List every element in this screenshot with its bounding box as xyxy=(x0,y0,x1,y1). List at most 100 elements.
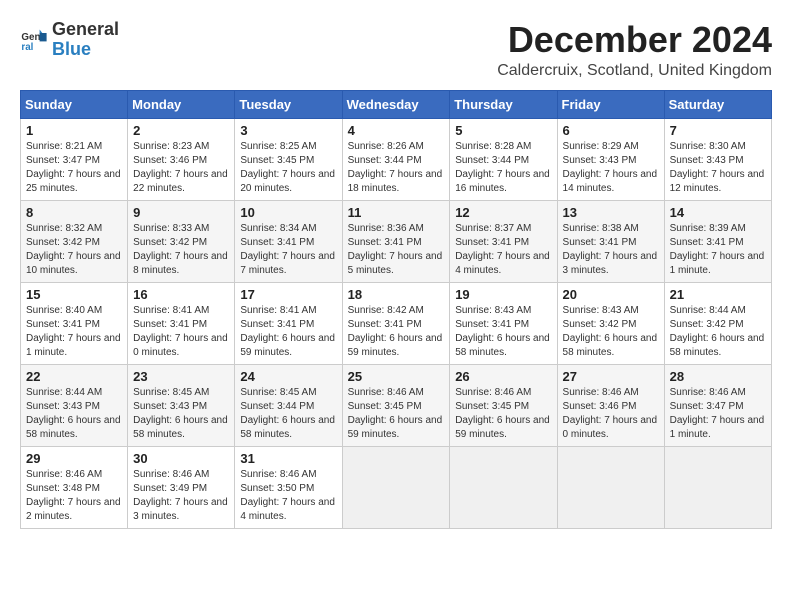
day-number: 26 xyxy=(455,369,551,384)
logo-text: General Blue xyxy=(52,20,119,60)
empty-day-cell xyxy=(342,446,450,528)
day-info: Sunrise: 8:33 AMSunset: 3:42 PMDaylight:… xyxy=(133,222,229,278)
day-info: Sunrise: 8:46 AMSunset: 3:47 PMDaylight:… xyxy=(670,386,766,442)
day-info: Sunrise: 8:46 AMSunset: 3:48 PMDaylight:… xyxy=(26,468,122,524)
day-info: Sunrise: 8:44 AMSunset: 3:42 PMDaylight:… xyxy=(670,304,766,360)
day-cell: 16Sunrise: 8:41 AMSunset: 3:41 PMDayligh… xyxy=(128,282,235,364)
day-number: 3 xyxy=(240,123,336,138)
day-number: 19 xyxy=(455,287,551,302)
day-number: 12 xyxy=(455,205,551,220)
day-number: 15 xyxy=(26,287,122,302)
day-info: Sunrise: 8:28 AMSunset: 3:44 PMDaylight:… xyxy=(455,140,551,196)
weekday-header-tuesday: Tuesday xyxy=(235,90,342,118)
day-info: Sunrise: 8:46 AMSunset: 3:45 PMDaylight:… xyxy=(455,386,551,442)
day-info: Sunrise: 8:43 AMSunset: 3:41 PMDaylight:… xyxy=(455,304,551,360)
day-cell: 22 Sunrise: 8:44 AMSunset: 3:43 PMDayligh… xyxy=(21,364,128,446)
day-cell: 6Sunrise: 8:29 AMSunset: 3:43 PMDaylight… xyxy=(557,118,664,200)
day-number: 7 xyxy=(670,123,766,138)
day-cell: 19 Sunrise: 8:43 AMSunset: 3:41 PMDayligh… xyxy=(450,282,557,364)
day-cell: 13 Sunrise: 8:38 AMSunset: 3:41 PMDayligh… xyxy=(557,200,664,282)
calendar-week-row: 22 Sunrise: 8:44 AMSunset: 3:43 PMDayligh… xyxy=(21,364,772,446)
day-cell: 1 Sunrise: 8:21 AMSunset: 3:47 PMDaylight… xyxy=(21,118,128,200)
day-info: Sunrise: 8:29 AMSunset: 3:43 PMDaylight:… xyxy=(563,140,659,196)
day-number: 9 xyxy=(133,205,229,220)
day-number: 10 xyxy=(240,205,336,220)
weekday-header-wednesday: Wednesday xyxy=(342,90,450,118)
day-number: 31 xyxy=(240,451,336,466)
title-block: December 2024 Caldercruix, Scotland, Uni… xyxy=(497,20,772,80)
day-number: 29 xyxy=(26,451,122,466)
day-cell: 24Sunrise: 8:45 AMSunset: 3:44 PMDayligh… xyxy=(235,364,342,446)
day-info: Sunrise: 8:36 AMSunset: 3:41 PMDaylight:… xyxy=(348,222,445,278)
day-number: 21 xyxy=(670,287,766,302)
logo-line1: General xyxy=(52,20,119,40)
day-cell: 26 Sunrise: 8:46 AMSunset: 3:45 PMDayligh… xyxy=(450,364,557,446)
empty-day-cell xyxy=(450,446,557,528)
weekday-header-saturday: Saturday xyxy=(664,90,771,118)
day-cell: 30Sunrise: 8:46 AMSunset: 3:49 PMDayligh… xyxy=(128,446,235,528)
day-info: Sunrise: 8:46 AMSunset: 3:50 PMDaylight:… xyxy=(240,468,336,524)
day-cell: 7 Sunrise: 8:30 AMSunset: 3:43 PMDaylight… xyxy=(664,118,771,200)
day-cell: 17Sunrise: 8:41 AMSunset: 3:41 PMDayligh… xyxy=(235,282,342,364)
day-number: 1 xyxy=(26,123,122,138)
weekday-header-monday: Monday xyxy=(128,90,235,118)
day-info: Sunrise: 8:46 AMSunset: 3:45 PMDaylight:… xyxy=(348,386,445,442)
day-number: 11 xyxy=(348,205,445,220)
weekday-header-row: SundayMondayTuesdayWednesdayThursdayFrid… xyxy=(21,90,772,118)
calendar-table: SundayMondayTuesdayWednesdayThursdayFrid… xyxy=(20,90,772,529)
day-info: Sunrise: 8:25 AMSunset: 3:45 PMDaylight:… xyxy=(240,140,336,196)
day-info: Sunrise: 8:41 AMSunset: 3:41 PMDaylight:… xyxy=(240,304,336,360)
day-cell: 14 Sunrise: 8:39 AMSunset: 3:41 PMDayligh… xyxy=(664,200,771,282)
weekday-header-thursday: Thursday xyxy=(450,90,557,118)
day-number: 13 xyxy=(563,205,659,220)
day-number: 30 xyxy=(133,451,229,466)
day-info: Sunrise: 8:43 AMSunset: 3:42 PMDaylight:… xyxy=(563,304,659,360)
day-info: Sunrise: 8:42 AMSunset: 3:41 PMDaylight:… xyxy=(348,304,445,360)
day-info: Sunrise: 8:26 AMSunset: 3:44 PMDaylight:… xyxy=(348,140,445,196)
calendar-week-row: 15 Sunrise: 8:40 AMSunset: 3:41 PMDayligh… xyxy=(21,282,772,364)
day-cell: 31 Sunrise: 8:46 AMSunset: 3:50 PMDayligh… xyxy=(235,446,342,528)
day-info: Sunrise: 8:37 AMSunset: 3:41 PMDaylight:… xyxy=(455,222,551,278)
day-cell: 4 Sunrise: 8:26 AMSunset: 3:44 PMDaylight… xyxy=(342,118,450,200)
day-cell: 28 Sunrise: 8:46 AMSunset: 3:47 PMDayligh… xyxy=(664,364,771,446)
day-number: 5 xyxy=(455,123,551,138)
logo-line2: Blue xyxy=(52,40,119,60)
day-cell: 23Sunrise: 8:45 AMSunset: 3:43 PMDayligh… xyxy=(128,364,235,446)
day-number: 28 xyxy=(670,369,766,384)
day-cell: 9 Sunrise: 8:33 AMSunset: 3:42 PMDaylight… xyxy=(128,200,235,282)
day-cell: 11 Sunrise: 8:36 AMSunset: 3:41 PMDayligh… xyxy=(342,200,450,282)
day-number: 18 xyxy=(348,287,445,302)
day-cell: 15 Sunrise: 8:40 AMSunset: 3:41 PMDayligh… xyxy=(21,282,128,364)
day-number: 20 xyxy=(563,287,659,302)
empty-day-cell xyxy=(664,446,771,528)
day-info: Sunrise: 8:21 AMSunset: 3:47 PMDaylight:… xyxy=(26,140,122,196)
calendar-week-row: 1 Sunrise: 8:21 AMSunset: 3:47 PMDaylight… xyxy=(21,118,772,200)
day-number: 25 xyxy=(348,369,445,384)
svg-text:ral: ral xyxy=(21,42,33,53)
day-cell: 27Sunrise: 8:46 AMSunset: 3:46 PMDayligh… xyxy=(557,364,664,446)
day-info: Sunrise: 8:32 AMSunset: 3:42 PMDaylight:… xyxy=(26,222,122,278)
day-info: Sunrise: 8:46 AMSunset: 3:46 PMDaylight:… xyxy=(563,386,659,442)
page-header: Gene ral General Blue December 2024 Cald… xyxy=(20,20,772,80)
day-info: Sunrise: 8:39 AMSunset: 3:41 PMDaylight:… xyxy=(670,222,766,278)
day-info: Sunrise: 8:44 AMSunset: 3:43 PMDaylight:… xyxy=(26,386,122,442)
day-number: 14 xyxy=(670,205,766,220)
day-number: 22 xyxy=(26,369,122,384)
day-cell: 20 Sunrise: 8:43 AMSunset: 3:42 PMDayligh… xyxy=(557,282,664,364)
month-title: December 2024 xyxy=(497,20,772,60)
day-info: Sunrise: 8:40 AMSunset: 3:41 PMDaylight:… xyxy=(26,304,122,360)
day-cell: 12 Sunrise: 8:37 AMSunset: 3:41 PMDayligh… xyxy=(450,200,557,282)
location: Caldercruix, Scotland, United Kingdom xyxy=(497,62,772,80)
day-info: Sunrise: 8:45 AMSunset: 3:44 PMDaylight:… xyxy=(240,386,336,442)
day-info: Sunrise: 8:30 AMSunset: 3:43 PMDaylight:… xyxy=(670,140,766,196)
weekday-header-friday: Friday xyxy=(557,90,664,118)
day-info: Sunrise: 8:38 AMSunset: 3:41 PMDaylight:… xyxy=(563,222,659,278)
day-cell: 25 Sunrise: 8:46 AMSunset: 3:45 PMDayligh… xyxy=(342,364,450,446)
calendar-week-row: 29 Sunrise: 8:46 AMSunset: 3:48 PMDayligh… xyxy=(21,446,772,528)
day-number: 4 xyxy=(348,123,445,138)
day-info: Sunrise: 8:23 AMSunset: 3:46 PMDaylight:… xyxy=(133,140,229,196)
day-number: 16 xyxy=(133,287,229,302)
day-cell: 8Sunrise: 8:32 AMSunset: 3:42 PMDaylight… xyxy=(21,200,128,282)
logo: Gene ral General Blue xyxy=(20,20,119,60)
empty-day-cell xyxy=(557,446,664,528)
